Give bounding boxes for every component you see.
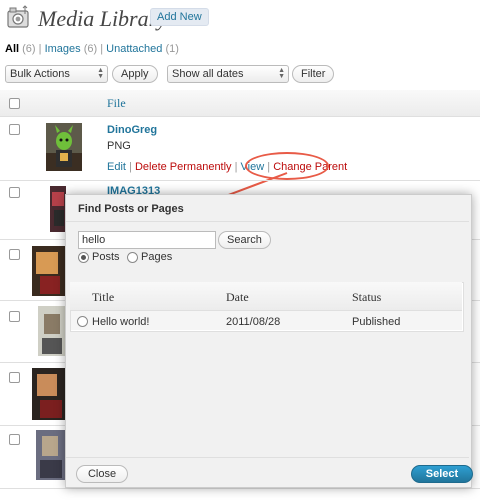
close-button[interactable]: Close — [76, 465, 128, 483]
result-date: 2011/08/28 — [226, 316, 281, 328]
filter-images[interactable]: Images — [45, 43, 81, 55]
apply-button[interactable]: Apply — [112, 65, 158, 83]
dates-select[interactable]: Show all dates ▲ ▼ — [167, 65, 289, 83]
row-checkbox[interactable] — [9, 311, 20, 322]
file-name-link[interactable]: DinoGreg — [107, 124, 157, 136]
row-action-separator: | — [129, 161, 132, 173]
column-title-header: Title — [92, 290, 115, 304]
result-title[interactable]: Hello world! — [92, 316, 149, 328]
media-thumbnail[interactable] — [32, 246, 66, 296]
row-checkbox[interactable] — [9, 187, 20, 198]
table-header — [0, 90, 480, 117]
filter-button[interactable]: Filter — [292, 65, 335, 83]
bulk-actions-value: Bulk Actions — [10, 68, 70, 80]
result-status: Published — [352, 316, 401, 328]
select-arrows-icon: ▲ ▼ — [97, 67, 104, 80]
results-header — [70, 282, 462, 311]
media-library-icon — [7, 5, 29, 28]
pages-radio-label[interactable]: Pages — [141, 251, 172, 263]
result-radio[interactable] — [77, 316, 88, 327]
posts-radio[interactable] — [78, 252, 89, 263]
page-title: Media Library — [38, 6, 167, 31]
dialog-footer-divider — [66, 457, 469, 458]
media-thumbnail[interactable] — [32, 368, 66, 420]
row-checkbox[interactable] — [9, 124, 20, 135]
row-checkbox[interactable] — [9, 249, 20, 260]
row-checkbox[interactable] — [9, 372, 20, 383]
select-button[interactable]: Select — [411, 465, 473, 483]
column-file-header[interactable]: File — [107, 96, 126, 111]
add-new-button[interactable]: Add New — [150, 8, 209, 26]
filter-separator: | — [38, 43, 42, 55]
row-divider — [0, 488, 480, 489]
column-date-header: Date — [226, 290, 249, 304]
imag1313-thumbnail[interactable] — [50, 186, 66, 232]
dinogreg-thumbnail[interactable] — [46, 123, 82, 171]
file-type: PNG — [107, 140, 131, 152]
select-all-checkbox[interactable] — [9, 98, 20, 109]
bulk-actions-select[interactable]: Bulk Actions ▲ ▼ — [5, 65, 108, 83]
dates-value: Show all dates — [172, 68, 244, 80]
find-posts-search-input[interactable]: hello — [78, 231, 216, 249]
dialog-divider — [66, 221, 469, 222]
filter-unattached[interactable]: Unattached — [106, 43, 162, 55]
filter-separator: | — [100, 43, 104, 55]
filter-images-count: (6) — [83, 43, 98, 55]
filter-all[interactable]: All — [5, 43, 19, 55]
posts-radio-label[interactable]: Posts — [92, 251, 120, 263]
dialog-title: Find Posts or Pages — [78, 203, 184, 215]
filter-unattached-count: (1) — [165, 43, 179, 55]
row-checkbox[interactable] — [9, 434, 20, 445]
filter-all-count: (6) — [22, 43, 36, 55]
edit-link[interactable]: Edit — [107, 161, 126, 173]
media-filter-links: All (6) | Images (6) | Unattached (1) — [5, 43, 179, 55]
column-status-header: Status — [352, 290, 382, 304]
row-divider — [0, 180, 480, 181]
search-button[interactable]: Search — [218, 231, 271, 249]
media-thumbnail[interactable] — [38, 306, 66, 356]
select-arrows-icon: ▲ ▼ — [278, 67, 285, 80]
pages-radio[interactable] — [127, 252, 138, 263]
media-thumbnail[interactable] — [36, 430, 66, 480]
